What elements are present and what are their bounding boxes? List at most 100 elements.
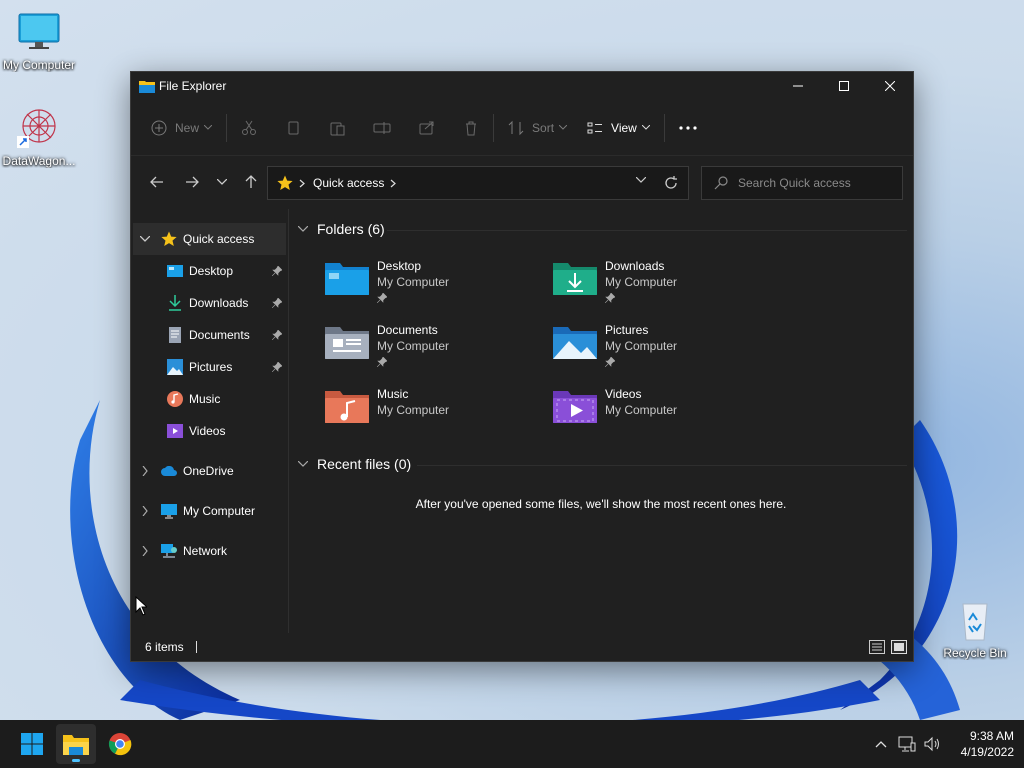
sidebar-item-network[interactable]: Network (133, 535, 288, 567)
taskbar-chrome[interactable] (100, 724, 140, 764)
folder-tile-music[interactable]: Music My Computer (325, 387, 545, 447)
sort-button[interactable]: Sort (500, 112, 575, 144)
paste-icon (330, 122, 345, 135)
status-bar: 6 items (131, 633, 913, 661)
sidebar-item-downloads[interactable]: Downloads (131, 287, 288, 319)
clock[interactable]: 9:38 AM 4/19/2022 (961, 728, 1014, 760)
section-divider (387, 230, 907, 231)
rename-button[interactable] (365, 112, 399, 144)
up-button[interactable] (236, 166, 266, 198)
share-button[interactable] (411, 112, 443, 144)
recent-section-header[interactable]: Recent files (0) (295, 456, 411, 472)
star-icon (161, 231, 177, 247)
desktop-icon-recycle-bin[interactable]: Recycle Bin (936, 598, 1014, 660)
folder-tile-downloads[interactable]: Downloads My Computer (553, 259, 773, 319)
close-button[interactable] (867, 72, 913, 100)
folders-section-header[interactable]: Folders (6) (295, 221, 385, 237)
chevron-down-icon[interactable] (636, 177, 646, 183)
address-bar[interactable]: Quick access (267, 166, 689, 200)
downloads-folder-icon (553, 263, 597, 295)
chevron-right-icon (299, 179, 305, 187)
pictures-folder-icon (553, 327, 597, 359)
sidebar-item-label: OneDrive (183, 464, 234, 478)
windows-logo-icon (21, 733, 43, 755)
chevron-down-icon (217, 179, 227, 185)
chevron-right-icon[interactable] (390, 179, 397, 188)
status-divider (195, 641, 197, 653)
taskbar-file-explorer[interactable] (56, 724, 96, 764)
sidebar-item-music[interactable]: Music (131, 383, 288, 415)
pictures-icon (167, 359, 183, 375)
maximize-button[interactable] (821, 72, 867, 100)
desktop-folder-icon (325, 263, 369, 295)
sidebar-item-label: Quick access (183, 232, 255, 246)
plus-circle-icon (151, 120, 167, 135)
folder-tile-desktop[interactable]: Desktop My Computer (325, 259, 545, 319)
sidebar-item-label: Downloads (189, 296, 249, 310)
file-explorer-window[interactable]: File Explorer New Sort View Quick access… (130, 71, 914, 662)
desktop-icon-my-computer[interactable]: My Computer (0, 10, 78, 72)
toolbar-separator (493, 113, 495, 142)
desktop-icon-label: DataWagon... (2, 154, 76, 168)
new-label: New (175, 120, 200, 135)
file-explorer-icon (63, 735, 89, 755)
network-status-button[interactable] (895, 736, 919, 752)
sidebar-item-documents[interactable]: Documents (131, 319, 288, 351)
forward-button[interactable] (176, 166, 208, 198)
desktop-icon-datawagon[interactable]: DataWagon... (0, 106, 78, 168)
details-view-icon[interactable] (869, 640, 885, 654)
cut-button[interactable] (233, 112, 265, 144)
back-button[interactable] (141, 166, 173, 198)
search-box[interactable]: Search Quick access (701, 166, 903, 200)
music-folder-icon (325, 391, 369, 423)
new-button[interactable]: New (143, 112, 220, 144)
view-button[interactable]: View (579, 112, 658, 144)
chevron-down-icon[interactable] (133, 236, 157, 242)
tiles-view-icon[interactable] (891, 640, 907, 654)
folder-location: My Computer (377, 403, 450, 417)
sidebar-item-onedrive[interactable]: OneDrive (133, 455, 288, 487)
rename-icon (373, 121, 391, 134)
command-bar: New Sort View (131, 100, 913, 156)
recycle-bin-icon (953, 598, 997, 642)
recent-locations-button[interactable] (208, 166, 236, 198)
chevron-down-icon (641, 125, 650, 130)
copy-button[interactable] (277, 112, 309, 144)
minimize-button[interactable] (775, 72, 821, 100)
folder-tile-pictures[interactable]: Pictures My Computer (553, 323, 773, 383)
sidebar-item-quick-access[interactable]: Quick access (133, 223, 286, 255)
sidebar-item-my-computer[interactable]: My Computer (133, 495, 288, 527)
trash-icon (466, 121, 477, 135)
chevron-right-icon[interactable] (133, 506, 157, 516)
more-options-button[interactable] (671, 112, 705, 144)
videos-folder-icon (553, 391, 597, 423)
folder-app-icon (139, 81, 155, 93)
folder-tile-documents[interactable]: Documents My Computer (325, 323, 545, 383)
sidebar-item-videos[interactable]: Videos (131, 415, 288, 447)
chevron-down-icon (204, 125, 213, 130)
folder-tile-videos[interactable]: Videos My Computer (553, 387, 773, 447)
sidebar-item-desktop[interactable]: Desktop (131, 255, 288, 287)
start-button[interactable] (12, 724, 52, 764)
sidebar-item-label: My Computer (183, 504, 256, 518)
delete-button[interactable] (455, 112, 487, 144)
pin-icon (605, 293, 615, 303)
volume-button[interactable] (921, 736, 945, 752)
refresh-icon[interactable] (664, 176, 678, 190)
pin-icon (271, 297, 283, 311)
pin-icon (377, 357, 387, 367)
folder-location: My Computer (605, 339, 678, 353)
system-tray: 9:38 AM 4/19/2022 (869, 720, 1014, 768)
sidebar-item-pictures[interactable]: Pictures (131, 351, 288, 383)
chevron-right-icon[interactable] (133, 546, 157, 556)
paste-button[interactable] (321, 112, 353, 144)
pin-icon (271, 361, 283, 375)
chevron-right-icon[interactable] (133, 466, 157, 476)
clock-date: 4/19/2022 (960, 745, 1014, 759)
sidebar-item-label: Documents (189, 328, 250, 342)
title-bar[interactable]: File Explorer (131, 72, 913, 100)
show-hidden-icons-button[interactable] (869, 740, 893, 748)
address-path[interactable]: Quick access (313, 176, 384, 190)
